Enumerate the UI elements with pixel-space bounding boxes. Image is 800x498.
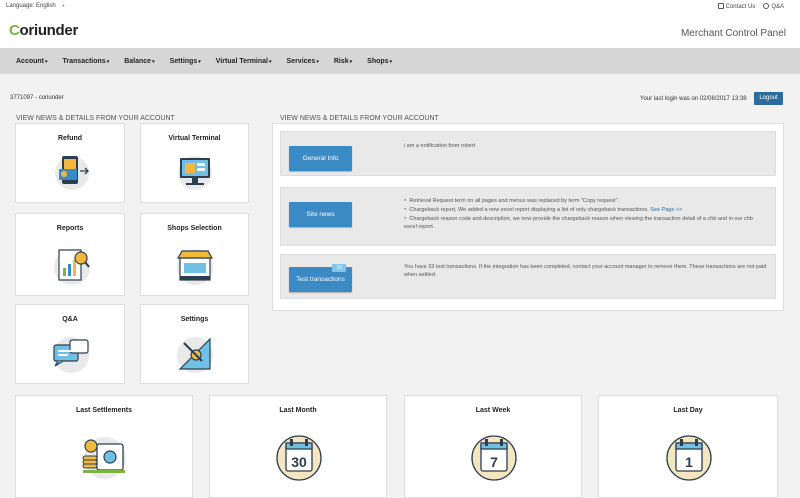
right-section-title: VIEW NEWS & DETAILS FROM YOUR ACCOUNT [280, 115, 439, 122]
news-item: Retrieval Request term on all pages and … [404, 196, 764, 205]
contact-icon [717, 3, 724, 9]
reports-tile[interactable]: Reports [15, 213, 125, 296]
nav-settings[interactable]: Settings▾ [170, 58, 201, 65]
calendar-number: 1 [685, 454, 693, 470]
tile-label: Virtual Terminal [168, 135, 221, 142]
panel-title: Merchant Control Panel [680, 28, 786, 39]
nav-label: Account [16, 57, 44, 65]
test-transactions-button[interactable]: Test transactions 33 [289, 264, 352, 292]
tile-label: Last Month [279, 407, 317, 414]
logo-c: C [9, 22, 20, 39]
nav-label: Risk [333, 57, 349, 65]
nav-account[interactable]: Account▾ [16, 58, 48, 65]
site-news-text: Retrieval Request term on all pages and … [404, 196, 764, 231]
calendar-number: 7 [490, 454, 498, 470]
tile-label: Refund [57, 135, 83, 142]
nav-label: Settings [169, 57, 198, 65]
shop-icon [176, 249, 214, 285]
nav-transactions[interactable]: Transactions▾ [63, 58, 110, 65]
chevron-down-icon: ▾ [316, 58, 319, 65]
tile-label: Reports [56, 225, 84, 232]
last-week-tile[interactable]: Last Week 7 [404, 395, 582, 498]
left-section-title: VIEW NEWS & DETAILS FROM YOUR ACCOUNT [16, 115, 175, 122]
account-id: 3771097 - coriunder [10, 95, 64, 101]
nav-risk[interactable]: Risk▾ [334, 58, 352, 65]
tile-label: Last Day [673, 407, 703, 414]
chevron-down-icon: ▾ [45, 58, 48, 65]
news-item-text: Retrieval Request term on all pages and … [409, 198, 620, 204]
test-transactions-box: Test transactions 33 You have 33 test tr… [280, 254, 776, 299]
last-day-tile[interactable]: Last Day 1 [598, 395, 778, 498]
nav-label: Virtual Terminal [215, 57, 268, 65]
virtual-terminal-tile[interactable]: Virtual Terminal [140, 123, 249, 203]
qa-link[interactable]: Q&A [763, 3, 784, 10]
nav-balance[interactable]: Balance▾ [124, 58, 154, 65]
logout-button[interactable]: Logout [754, 92, 783, 105]
count-badge: 33 [332, 264, 346, 272]
site-news-list: Retrieval Request term on all pages and … [404, 196, 764, 231]
calendar-number: 30 [291, 454, 307, 470]
safe-coins-icon [82, 437, 126, 479]
last-login-info: Your last login was on 02/08/2017 13:38 [640, 96, 747, 102]
qa-tile[interactable]: Q&A [15, 304, 125, 384]
test-transactions-label: Test transactions [296, 276, 345, 283]
chevron-down-icon: ▾ [106, 58, 110, 65]
settings-tile[interactable]: Settings [140, 304, 249, 384]
news-item-text: Chargeback report, We added a new excel … [409, 207, 649, 213]
refund-icon [55, 156, 89, 190]
top-links: Contact Us Q&A [717, 3, 784, 10]
refund-tile[interactable]: Refund [15, 123, 125, 203]
tile-label: Last Settlements [75, 407, 133, 414]
general-info-button[interactable]: General Info [289, 146, 352, 171]
reports-icon [54, 249, 90, 285]
tile-label: Shops Selection [167, 225, 222, 232]
nav-shops[interactable]: Shops▾ [367, 58, 392, 65]
site-news-box: Site news Retrieval Request term on all … [280, 187, 776, 246]
calendar-icon: 1 [666, 435, 712, 481]
contact-us-link[interactable]: Contact Us [717, 3, 756, 10]
news-item-text: Chargeback reason code and description, … [404, 216, 753, 230]
tile-label: Settings [180, 316, 209, 323]
calendar-icon: 30 [276, 435, 322, 481]
chevron-down-icon: ▾ [152, 58, 155, 65]
nav-label: Services [286, 57, 316, 65]
news-item: Chargeback reason code and description, … [404, 214, 764, 231]
chevron-down-icon: ▾ [198, 58, 201, 65]
general-info-box: General Info i am a notification from ro… [280, 131, 776, 176]
last-settlements-tile[interactable]: Last Settlements [15, 395, 193, 498]
virtual-terminal-icon [178, 156, 212, 190]
see-page-link[interactable]: See Page >> [650, 207, 682, 213]
calendar-icon: 7 [471, 435, 517, 481]
tile-label: Q&A [62, 316, 78, 323]
site-news-button[interactable]: Site news [289, 202, 352, 227]
chevron-down-icon: ▾ [389, 58, 393, 65]
settings-icon [177, 337, 213, 373]
nav-label: Transactions [62, 57, 106, 65]
qa-label: Q&A [771, 4, 784, 10]
coriunder-logo[interactable]: Coriunder [9, 22, 78, 39]
chevron-down-icon: ▼ [61, 3, 66, 8]
last-month-tile[interactable]: Last Month 30 [209, 395, 387, 498]
nav-label: Shops [367, 57, 389, 65]
shops-selection-tile[interactable]: Shops Selection [140, 213, 249, 296]
news-item: Chargeback report, We added a new excel … [404, 205, 764, 214]
chevron-down-icon: ▾ [269, 58, 272, 65]
help-icon [763, 3, 770, 9]
qa-icon [53, 337, 89, 373]
general-info-text: i am a notification from robert [404, 143, 476, 149]
nav-label: Balance [124, 57, 152, 65]
language-selector[interactable]: Language: English ▼ [6, 3, 65, 9]
language-label: Language: English [6, 3, 56, 9]
tile-label: Last Week [475, 407, 511, 414]
main-nav: Account▾ Transactions▾ Balance▾ Settings… [0, 48, 800, 74]
test-transactions-text: You have 33 test transactions. If the in… [404, 264, 767, 278]
chevron-down-icon: ▾ [349, 58, 353, 65]
top-header: Language: English ▼ Contact Us Q&A Coriu… [0, 0, 800, 48]
nav-services[interactable]: Services▾ [287, 58, 319, 65]
nav-virtual-terminal[interactable]: Virtual Terminal▾ [216, 58, 272, 65]
logo-text: oriunder [19, 22, 79, 39]
contact-us-label: Contact Us [725, 4, 756, 10]
